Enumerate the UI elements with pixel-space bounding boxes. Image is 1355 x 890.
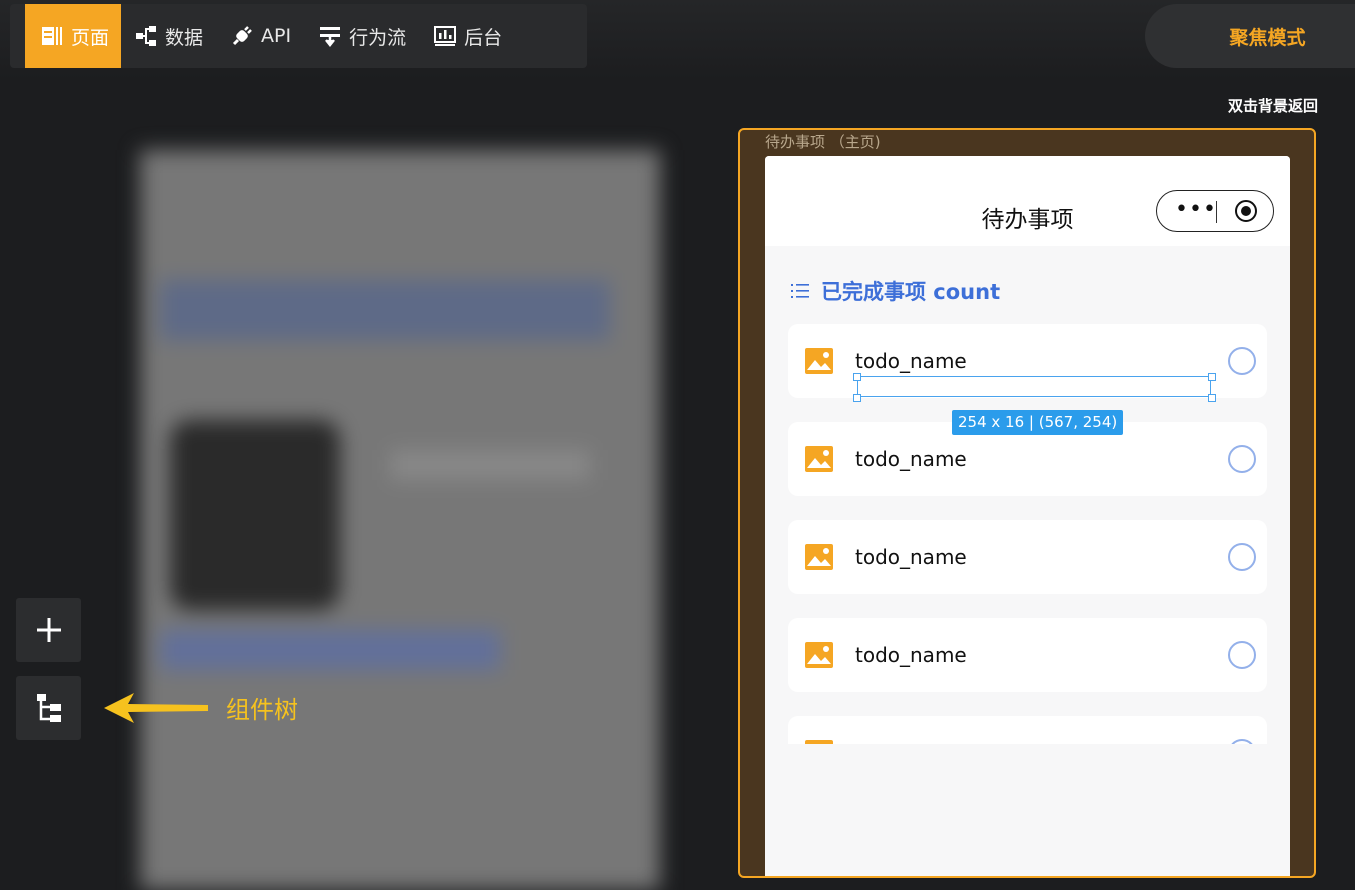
selection-size-badge: 254 x 16 | (567, 254) — [952, 410, 1124, 435]
nav-tab-flow[interactable]: 行为流 — [305, 4, 420, 68]
selection-box[interactable] — [857, 376, 1211, 397]
nav-tab-backend[interactable]: 后台 — [420, 4, 516, 68]
focus-mode-button[interactable]: 聚焦模式 — [1145, 4, 1355, 68]
component-tree-icon — [36, 694, 61, 722]
nav-tab-label: 行为流 — [349, 26, 407, 49]
dashboard-icon — [434, 26, 457, 46]
plus-icon — [36, 618, 61, 642]
nav-tab-api[interactable]: API — [217, 4, 305, 68]
focus-mode-label: 聚焦模式 — [1229, 26, 1306, 49]
close-target-icon[interactable] — [1235, 200, 1257, 222]
section-title: 已完成事项 count — [821, 280, 1001, 304]
frame-title: 待办事项 （主页) — [765, 133, 881, 151]
image-icon — [805, 348, 833, 374]
list-clip-area — [765, 744, 1290, 876]
component-tree-button[interactable] — [16, 676, 81, 740]
blurred-page-preview — [140, 150, 660, 890]
add-component-button[interactable] — [16, 598, 81, 662]
capsule-divider — [1216, 201, 1217, 223]
todo-name: todo_name — [855, 349, 967, 373]
todo-name: todo_name — [855, 643, 967, 667]
nav-tab-label: 数据 — [165, 26, 204, 49]
todo-radio[interactable] — [1228, 641, 1256, 669]
resize-handle[interactable] — [853, 373, 861, 381]
main-nav: 页面 数据 API 行为流 后台 — [10, 4, 587, 68]
nav-tab-data[interactable]: 数据 — [121, 4, 217, 68]
todo-item[interactable]: todo_name — [788, 520, 1267, 594]
resize-handle[interactable] — [1208, 373, 1216, 381]
image-icon — [805, 642, 833, 668]
nav-tab-label: 后台 — [464, 26, 503, 49]
todo-name: todo_name — [855, 545, 967, 569]
data-tree-icon — [136, 26, 157, 46]
mobile-preview[interactable]: 待办事项 ••• 已完成事项 count todo_name todo_name… — [765, 156, 1290, 876]
image-icon — [805, 544, 833, 570]
list-icon — [791, 284, 809, 298]
nav-tab-label: 页面 — [71, 26, 110, 49]
mini-program-capsule[interactable]: ••• — [1156, 190, 1274, 232]
todo-radio[interactable] — [1228, 445, 1256, 473]
component-tree-callout: 组件树 — [104, 690, 298, 725]
completed-section-header: 已完成事项 count — [791, 276, 1000, 306]
todo-radio[interactable] — [1228, 347, 1256, 375]
component-tree-label: 组件树 — [226, 696, 298, 724]
page-icon — [42, 27, 62, 45]
double-click-hint: 双击背景返回 — [1227, 97, 1318, 115]
todo-name: todo_name — [855, 447, 967, 471]
nav-tab-label: API — [261, 25, 292, 47]
nav-tab-page[interactable]: 页面 — [25, 4, 122, 68]
todo-radio[interactable] — [1228, 543, 1256, 571]
more-icon[interactable]: ••• — [1175, 197, 1217, 222]
flow-icon — [320, 27, 341, 47]
todo-item[interactable]: todo_name — [788, 618, 1267, 692]
plug-icon — [232, 26, 252, 46]
arrow-left-icon — [104, 692, 208, 723]
image-icon — [805, 446, 833, 472]
resize-handle[interactable] — [853, 394, 861, 402]
resize-handle[interactable] — [1208, 394, 1216, 402]
